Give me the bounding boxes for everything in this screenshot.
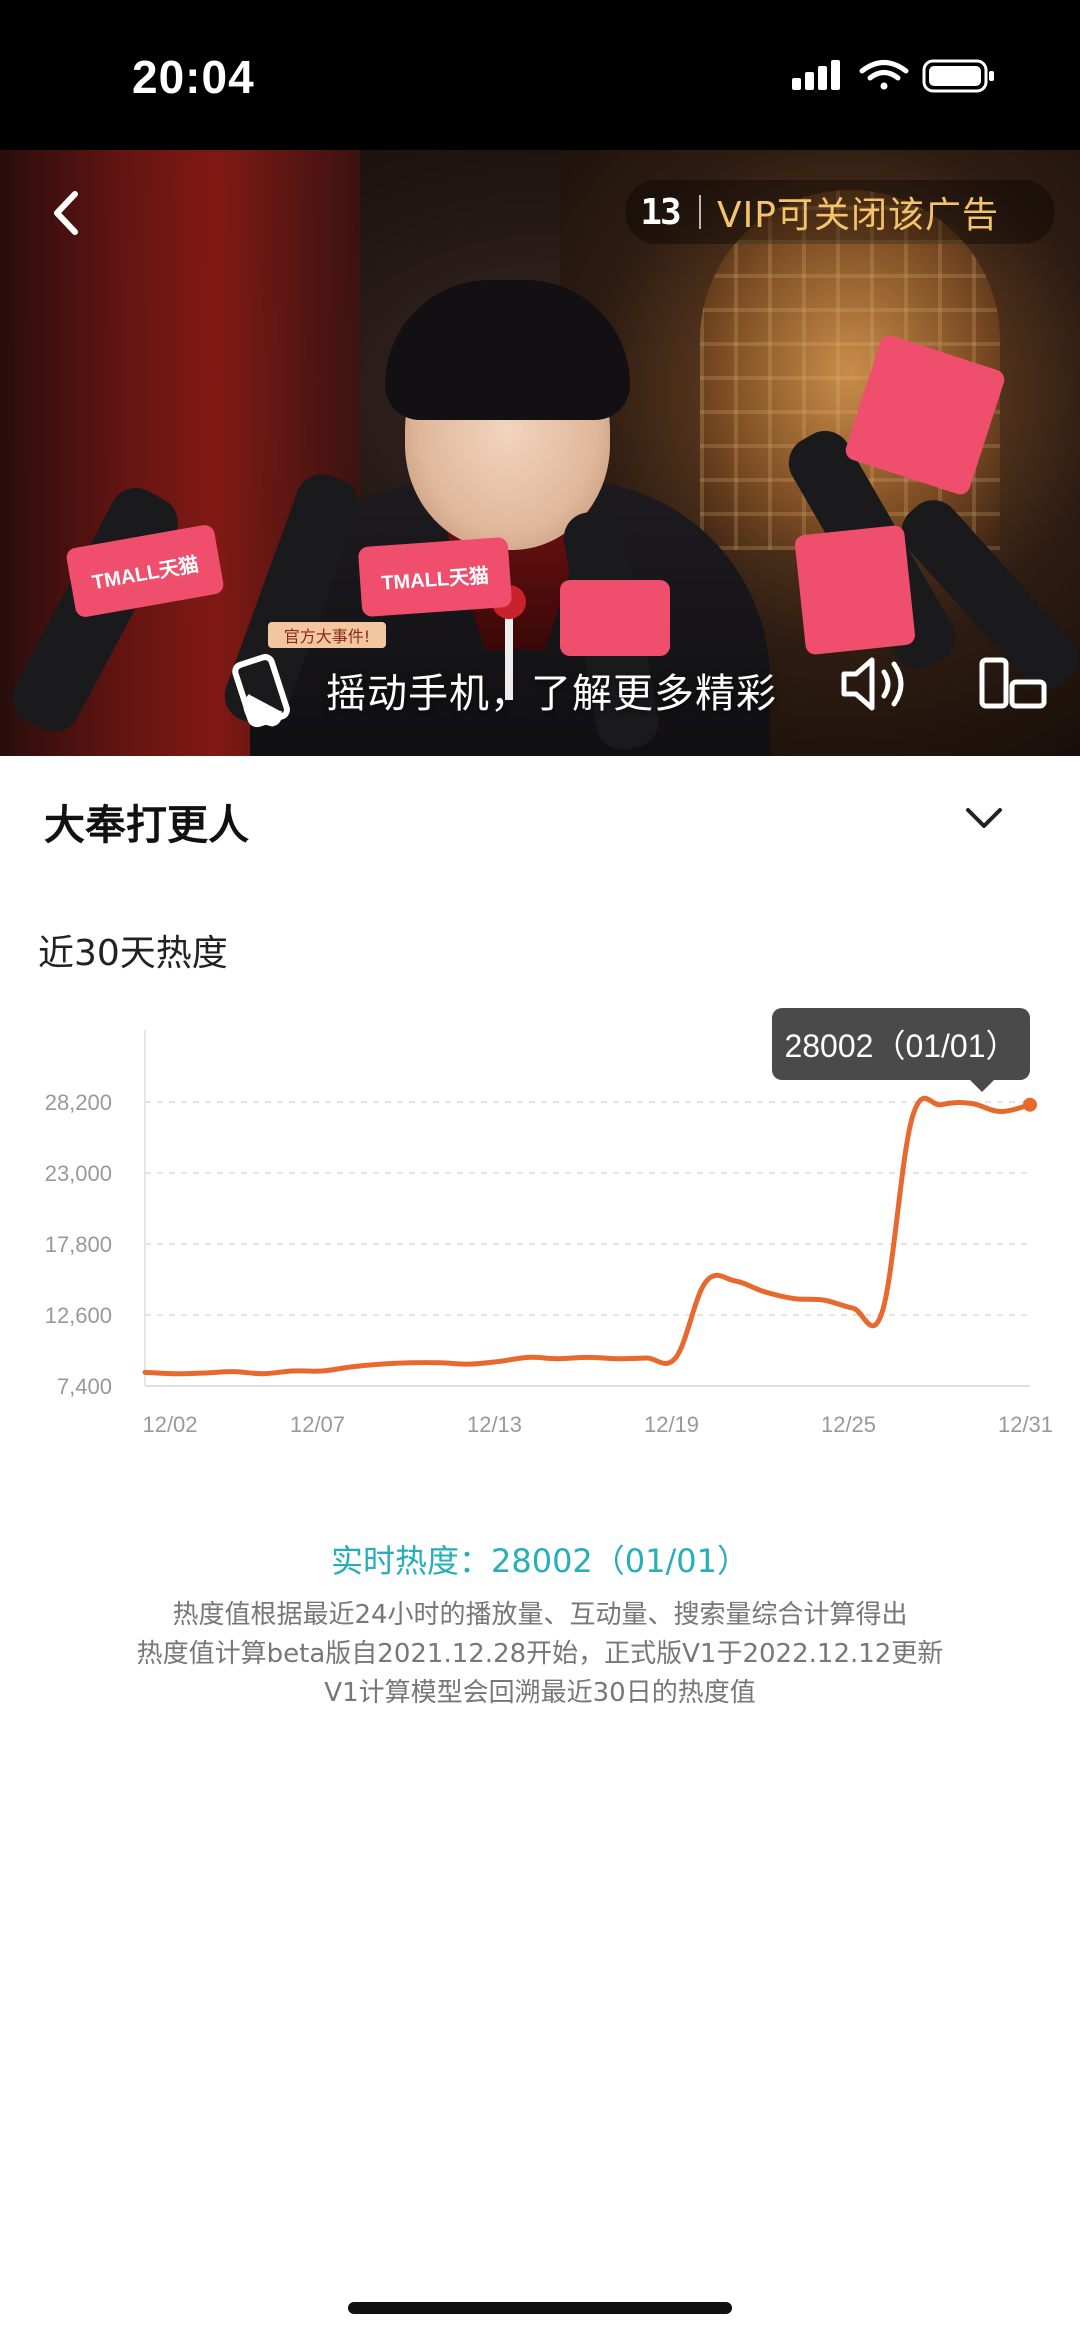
wifi-icon <box>859 60 909 90</box>
ad-separator <box>699 195 701 229</box>
heat-note-line: V1计算模型会回溯最近30日的热度值 <box>324 1678 756 1708</box>
chevron-down-icon[interactable] <box>964 802 1004 832</box>
shake-prompt-text: 摇动手机，了解更多精彩 <box>326 671 777 717</box>
chart-y-tick-label: 7,400 <box>57 1374 112 1399</box>
chart-tooltip: 28002（01/01） <box>772 1008 1030 1092</box>
ad-countdown: 13 <box>640 191 681 233</box>
chart-series-line <box>142 1095 1033 1377</box>
video-mic-tag <box>560 580 670 656</box>
status-icons <box>792 59 994 93</box>
chart-x-tick-label: 12/13 <box>467 1412 522 1437</box>
chart-y-tick-label: 23,000 <box>45 1161 112 1186</box>
status-time: 20:04 <box>132 51 255 103</box>
heat-note-line: 热度值根据最近24小时的播放量、互动量、搜索量综合计算得出 <box>172 1600 908 1630</box>
chart-x-tick-label: 12/07 <box>290 1412 345 1437</box>
video-mic-tag: TMALL天猫 <box>357 536 513 618</box>
shake-prompt[interactable]: 摇动手机，了解更多精彩 <box>220 650 777 730</box>
chart-x-tick-label: 12/02 <box>142 1412 197 1437</box>
chart-x-tick-label: 12/25 <box>821 1412 876 1437</box>
shake-phone-icon <box>232 654 290 728</box>
heat-note-line: 热度值计算beta版自2021.12.28开始，正式版V1于2022.12.12… <box>136 1639 944 1669</box>
chart-y-tick-label: 12,600 <box>45 1303 112 1328</box>
chart-y-tick-label: 17,800 <box>45 1232 112 1257</box>
volume-icon[interactable] <box>838 652 910 716</box>
video-mic-tag <box>794 524 916 656</box>
rotate-screen-icon[interactable] <box>978 654 1048 714</box>
chart-x-tick-label: 12/31 <box>998 1412 1053 1437</box>
show-title-row[interactable]: 大奉打更人 <box>0 756 1080 876</box>
signal-icon <box>792 60 840 90</box>
chart-y-tick-label: 28,200 <box>45 1090 112 1115</box>
news-tag: 官方大事件! <box>268 622 386 648</box>
status-bar: 20:04 <box>0 0 1080 150</box>
show-title: 大奉打更人 <box>44 801 249 849</box>
heat-notes: 热度值根据最近24小时的播放量、互动量、搜索量综合计算得出 热度值计算beta版… <box>0 1596 1080 1713</box>
realtime-heat: 实时热度：28002（01/01） <box>330 1542 750 1580</box>
chart-highlight-point <box>1023 1097 1037 1112</box>
battery-icon <box>922 59 994 93</box>
vip-close-ad-button[interactable]: 13 VIP可关闭该广告 <box>625 180 1055 244</box>
back-icon[interactable] <box>45 188 89 238</box>
vip-close-ad-label: VIP可关闭该广告 <box>717 195 999 236</box>
chart-x-tick-label: 12/19 <box>644 1412 699 1437</box>
home-indicator[interactable] <box>348 2302 732 2314</box>
heat-section-title: 近30天热度 <box>38 933 228 974</box>
